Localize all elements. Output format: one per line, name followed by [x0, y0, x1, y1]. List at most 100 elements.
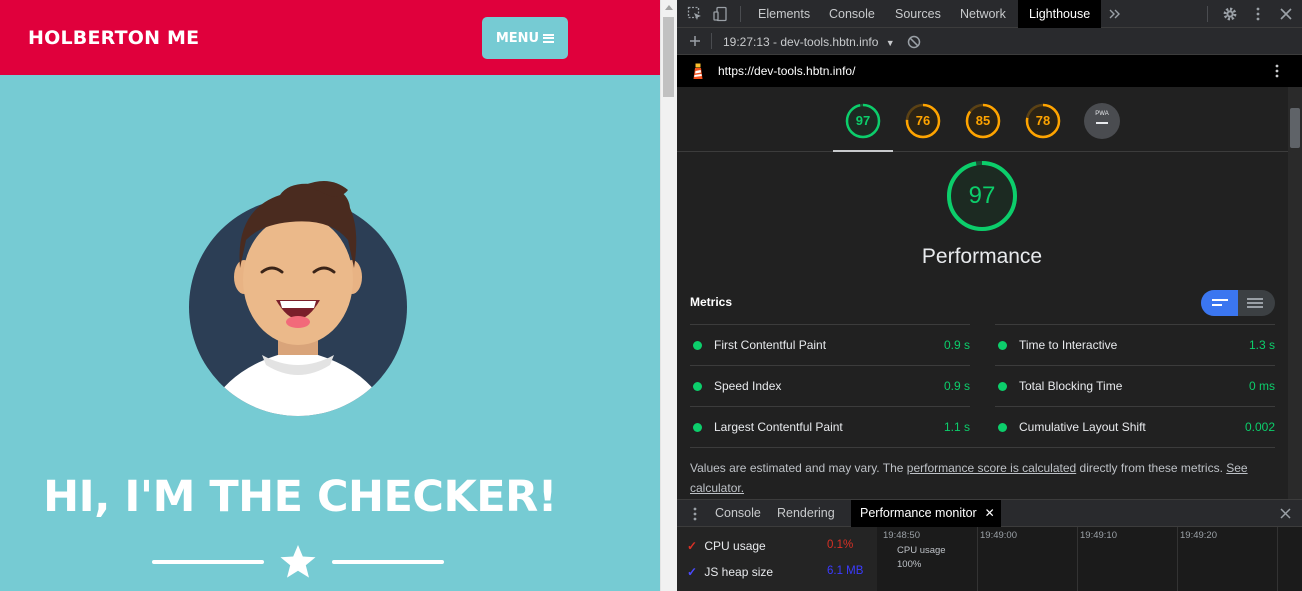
metric-speed-index: Speed Index 0.9 s: [690, 365, 970, 406]
graph-gridline: [1277, 527, 1278, 591]
site-logo[interactable]: HOLBERTON ME: [28, 27, 199, 49]
checkmark-icon[interactable]: ✓: [687, 563, 701, 581]
metric-cumulative-layout-shift: Cumulative Layout Shift 0.002: [995, 406, 1275, 447]
drawer-tab-console[interactable]: Console: [706, 500, 770, 527]
time-tick: 19:49:20: [1180, 530, 1217, 541]
expanded-view-icon-line: [1247, 302, 1263, 304]
report-menu-icon[interactable]: [1271, 63, 1283, 79]
more-options-vertical-icon[interactable]: [1250, 6, 1266, 22]
pwa-label: PWA: [1095, 111, 1109, 117]
metric-value: 1.3 s: [1248, 338, 1275, 352]
pass-indicator-icon: [998, 341, 1007, 350]
divider-line-left: [152, 560, 264, 564]
metric-total-blocking-time: Total Blocking Time 0 ms: [995, 365, 1275, 406]
checkmark-icon[interactable]: ✓: [687, 537, 701, 555]
star-icon: [280, 545, 316, 578]
drawer-tab-label: Performance monitor: [860, 506, 977, 520]
gauge-value: 97: [855, 113, 871, 128]
gauge-performance[interactable]: 97: [844, 102, 882, 140]
monitor-row-cpu[interactable]: ✓ CPU usage: [687, 537, 766, 555]
pass-indicator-icon: [693, 341, 702, 350]
close-tab-icon[interactable]: ✕: [985, 500, 995, 527]
close-devtools-icon[interactable]: [1278, 6, 1294, 22]
category-gauges: 97 76 85 78 PWA: [677, 87, 1288, 152]
drawer-menu-icon[interactable]: [687, 506, 703, 522]
more-tabs-chevron-icon[interactable]: [1106, 6, 1122, 22]
performance-gauge: 97: [945, 159, 1019, 233]
note-text: directly from these metrics.: [1076, 461, 1227, 475]
scroll-up-arrow-icon[interactable]: [665, 5, 673, 10]
expanded-view-icon[interactable]: [1247, 298, 1263, 300]
metrics-note: Values are estimated and may vary. The p…: [690, 458, 1275, 498]
metric-value: 0 ms: [1248, 379, 1275, 393]
close-drawer-icon[interactable]: [1279, 507, 1292, 520]
report-scrollbar[interactable]: [1288, 87, 1302, 499]
toolbar-separator: [711, 33, 712, 49]
gauge-value: 78: [1035, 113, 1051, 128]
gauge-value: 85: [975, 113, 991, 128]
metrics-heading: Metrics: [690, 295, 733, 309]
pass-indicator-icon: [998, 423, 1007, 432]
gauge-seo[interactable]: 78: [1024, 102, 1062, 140]
monitor-row-label: JS heap size: [704, 565, 774, 579]
report-selector[interactable]: 19:27:13 - dev-tools.hbtn.info ▼: [723, 35, 895, 49]
tab-network[interactable]: Network: [949, 0, 1017, 28]
metric-largest-contentful-paint: Largest Contentful Paint 1.1 s: [690, 406, 970, 447]
performance-score: 97: [968, 182, 996, 209]
drawer-tab-performance-monitor[interactable]: Performance monitor ✕: [851, 500, 1001, 527]
page-scrollbar-thumb[interactable]: [663, 17, 674, 97]
metric-name: Total Blocking Time: [1019, 379, 1123, 393]
settings-gear-icon[interactable]: [1222, 6, 1238, 22]
inspect-element-icon[interactable]: [687, 6, 703, 22]
clear-reports-icon[interactable]: [906, 34, 922, 50]
graph-gridline: [1177, 527, 1178, 591]
lighthouse-toolbar: 19:27:13 - dev-tools.hbtn.info ▼: [677, 28, 1302, 55]
metric-value: 0.002: [1244, 420, 1275, 434]
tab-lighthouse[interactable]: Lighthouse: [1018, 0, 1102, 28]
metric-value: 0.9 s: [943, 379, 970, 393]
toolbar-separator: [740, 6, 741, 22]
tab-console[interactable]: Console: [818, 0, 886, 28]
report-url-bar: https://dev-tools.hbtn.info/: [677, 55, 1302, 87]
expanded-view-icon-line: [1247, 306, 1263, 308]
pass-indicator-icon: [998, 382, 1007, 391]
dropdown-arrow-icon: ▼: [885, 38, 895, 48]
tab-elements[interactable]: Elements: [747, 0, 821, 28]
toggle-compact-view[interactable]: [1201, 290, 1238, 316]
monitor-row-label: CPU usage: [704, 539, 766, 553]
report-scrollbar-thumb[interactable]: [1290, 108, 1300, 148]
note-text: Values are estimated and may vary. The: [690, 461, 907, 475]
score-calculation-link[interactable]: performance score is calculated: [907, 461, 1076, 475]
toolbar-separator: [1207, 6, 1208, 22]
monitor-row-js-heap[interactable]: ✓ JS heap size: [687, 563, 773, 581]
monitor-metric-list: ✓ CPU usage 0.1% ✓ JS heap size 6.1 MB: [677, 527, 877, 591]
metric-time-to-interactive: Time to Interactive 1.3 s: [995, 324, 1275, 365]
metrics-view-toggle[interactable]: [1201, 290, 1275, 316]
gauge-accessibility[interactable]: 76: [904, 102, 942, 140]
device-toolbar-icon[interactable]: [713, 6, 729, 22]
menu-label: MENU: [495, 30, 540, 46]
pass-indicator-icon: [693, 423, 702, 432]
hamburger-icon: [543, 33, 555, 43]
report-url[interactable]: https://dev-tools.hbtn.info/: [718, 64, 855, 78]
gauge-best-practices[interactable]: 85: [964, 102, 1002, 140]
metric-name: Time to Interactive: [1019, 338, 1118, 352]
new-report-plus-icon[interactable]: [687, 33, 703, 49]
pwa-dash-icon: [1096, 122, 1108, 124]
devtools-panel: Elements Console Sources Network Lightho…: [677, 0, 1302, 591]
metric-name: First Contentful Paint: [714, 338, 827, 352]
drawer-tab-rendering[interactable]: Rendering: [768, 500, 844, 527]
performance-title: Performance: [921, 245, 1043, 268]
drawer-tabbar: Console Rendering Performance monitor ✕: [677, 499, 1302, 527]
metrics-divider: [690, 447, 1275, 448]
avatar-illustration: [189, 181, 407, 416]
graph-gridline: [1077, 527, 1078, 591]
tab-sources[interactable]: Sources: [884, 0, 952, 28]
graph-scale: 100%: [897, 559, 922, 570]
pass-indicator-icon: [693, 382, 702, 391]
monitor-graph: 19:48:50 19:49:00 19:49:10 19:49:20 CPU …: [877, 527, 1302, 591]
compact-view-icon: [1212, 299, 1228, 301]
menu-button[interactable]: MENU: [482, 17, 568, 59]
gauge-pwa[interactable]: PWA: [1084, 103, 1120, 139]
site-header: HOLBERTON ME MENU: [0, 0, 660, 75]
